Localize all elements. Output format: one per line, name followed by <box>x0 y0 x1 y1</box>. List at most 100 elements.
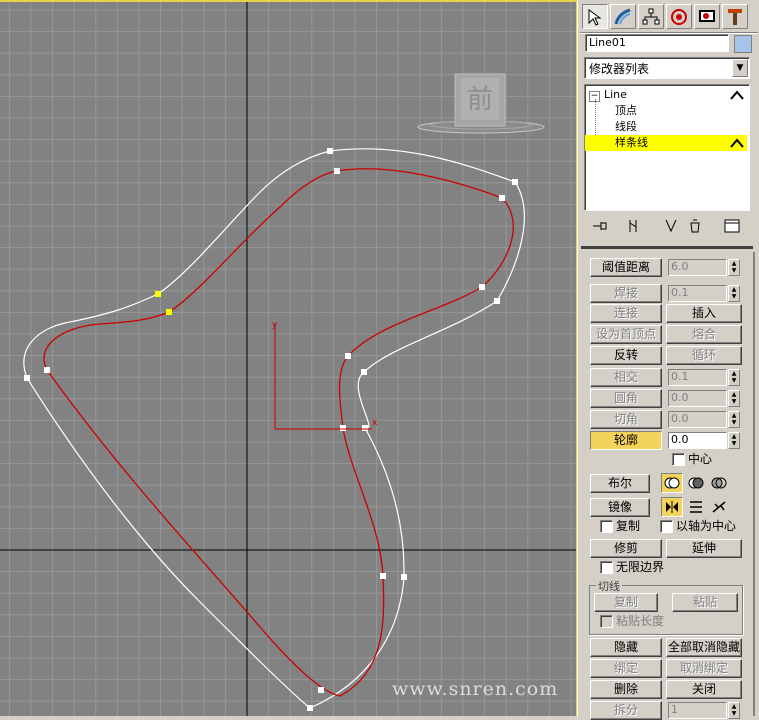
modifier-stack[interactable]: − Line 顶点 线段 样条线 <box>584 84 750 211</box>
extend-button[interactable]: 延伸 <box>666 539 742 558</box>
spinner-arrows-icon[interactable]: ▲ ▼ <box>728 702 740 719</box>
modify-icon <box>614 8 631 24</box>
show-end-result-button[interactable] <box>622 215 644 237</box>
unique-icon <box>665 219 677 233</box>
subtract-button[interactable] <box>685 473 707 493</box>
tangent-copy-button[interactable]: 复制 <box>594 593 658 612</box>
hierarchy-tab[interactable] <box>638 4 664 29</box>
pin-icon <box>593 222 607 230</box>
chamfer-value[interactable]: 0.0 <box>668 411 727 428</box>
front-viewport[interactable]: 前 y x www.snren.com <box>0 0 577 716</box>
trim-button[interactable]: 修剪 <box>590 539 662 558</box>
end-result-icon <box>629 220 637 232</box>
connect-button[interactable]: 连接 <box>590 304 662 323</box>
object-color-swatch[interactable] <box>734 35 752 53</box>
about-pivot-checkbox[interactable]: 以轴为中心 <box>660 518 736 534</box>
delete-button[interactable]: 删除 <box>590 680 662 699</box>
stack-item-spline-label: 样条线 <box>615 136 648 149</box>
fuse-button[interactable]: 熔合 <box>666 325 742 344</box>
weld-spinner[interactable]: 0.1 ▲ ▼ <box>668 285 740 302</box>
stack-item-spline[interactable]: 样条线 <box>585 135 747 151</box>
display-tab[interactable] <box>694 4 720 29</box>
divide-spinner[interactable]: 1 ▲ ▼ <box>668 702 740 719</box>
weld-button[interactable]: 焊接 <box>590 284 662 303</box>
hide-button[interactable]: 隐藏 <box>590 638 662 657</box>
center-checkbox[interactable]: 中心 <box>672 451 712 467</box>
fillet-spinner[interactable]: 0.0 ▲ ▼ <box>668 390 740 407</box>
viewcube[interactable]: 前 <box>417 73 545 134</box>
utilities-tab[interactable] <box>722 4 748 29</box>
mirror-vertical-icon <box>690 501 702 513</box>
panel-scrollbar[interactable] <box>753 252 755 716</box>
chevron-down-icon: ▼ <box>732 59 748 77</box>
unhide-all-button[interactable]: 全部取消隐藏 <box>666 638 742 657</box>
infinite-bounds-checkbox[interactable]: 无限边界 <box>600 559 664 575</box>
mirror-horizontal-button[interactable] <box>661 497 683 517</box>
chamfer-button[interactable]: 切角 <box>590 410 662 429</box>
outline-spline[interactable] <box>23 148 525 709</box>
gizmo-x-label: x <box>372 418 378 428</box>
outline-button[interactable]: 轮廓 <box>590 431 662 450</box>
outline-vertices[interactable] <box>24 148 518 711</box>
unbind-button[interactable]: 取消绑定 <box>666 659 742 678</box>
chamfer-spinner[interactable]: 0.0 ▲ ▼ <box>668 411 740 428</box>
mirror-vertical-button[interactable] <box>685 497 707 517</box>
outline-first-vertex[interactable] <box>155 291 161 297</box>
reverse-button[interactable]: 反转 <box>590 346 662 365</box>
spinner-arrows-icon[interactable]: ▲ ▼ <box>728 432 740 449</box>
crossinsert-spinner[interactable]: 0.1 ▲ ▼ <box>668 369 740 386</box>
union-button[interactable] <box>661 473 683 493</box>
spinner-arrows-icon[interactable]: ▲ ▼ <box>728 411 740 428</box>
object-name-field[interactable]: Line01 <box>585 34 729 52</box>
tangent-group-title: 切线 <box>596 578 622 594</box>
chevron-up-icon[interactable] <box>730 89 744 103</box>
viewport-canvas[interactable]: 前 y x <box>0 2 577 716</box>
copy-checkbox[interactable]: 复制 <box>600 518 640 534</box>
crossinsert-button[interactable]: 相交 <box>590 368 662 387</box>
spline-first-vertex[interactable] <box>166 309 172 315</box>
cursor-icon <box>588 8 602 26</box>
make-unique-button[interactable] <box>660 215 682 237</box>
threshold-spinner[interactable]: 6.0 ▲ ▼ <box>668 259 740 276</box>
divide-button[interactable]: 拆分 <box>590 701 662 720</box>
mirror-both-button[interactable] <box>708 497 730 517</box>
remove-modifier-button[interactable] <box>684 215 706 237</box>
divide-value[interactable]: 1 <box>668 702 727 719</box>
mirror-button[interactable]: 镜像 <box>590 498 650 517</box>
paste-length-checkbox[interactable]: 粘贴长度 <box>600 613 664 629</box>
cycle-button[interactable]: 循环 <box>666 346 742 365</box>
outline-value[interactable]: 0.0 <box>668 432 727 449</box>
boolean-button[interactable]: 布尔 <box>590 474 650 493</box>
crossinsert-value[interactable]: 0.1 <box>668 369 727 386</box>
spinner-arrows-icon[interactable]: ▲ ▼ <box>728 390 740 407</box>
display-icon <box>699 9 715 22</box>
weld-value[interactable]: 0.1 <box>668 285 727 302</box>
intersect-icon <box>711 477 727 489</box>
spinner-arrows-icon[interactable]: ▲ ▼ <box>728 259 740 276</box>
intersect-button[interactable] <box>708 473 730 493</box>
spinner-arrows-icon[interactable]: ▲ ▼ <box>728 369 740 386</box>
fillet-button[interactable]: 圆角 <box>590 389 662 408</box>
close-button[interactable]: 关闭 <box>666 680 742 699</box>
stack-root-label: Line <box>604 88 627 101</box>
tangent-paste-button[interactable]: 粘贴 <box>672 593 738 612</box>
create-tab[interactable] <box>582 4 608 29</box>
configure-modifier-sets-button[interactable] <box>721 215 743 237</box>
make-first-button[interactable]: 设为首顶点 <box>590 325 662 344</box>
bind-button[interactable]: 绑定 <box>590 659 662 678</box>
chevron-up-icon[interactable] <box>730 137 744 151</box>
stack-item-vertex[interactable]: 顶点 <box>595 103 637 119</box>
motion-tab[interactable] <box>666 4 692 29</box>
insert-button[interactable]: 插入 <box>666 304 742 323</box>
spline-vertices[interactable] <box>44 168 505 693</box>
utilities-icon <box>728 8 742 25</box>
mirror-both-icon <box>712 501 726 513</box>
threshold-value[interactable]: 6.0 <box>668 259 727 276</box>
fillet-value[interactable]: 0.0 <box>668 390 727 407</box>
modify-tab[interactable] <box>610 4 636 29</box>
outline-spinner[interactable]: 0.0 ▲ ▼ <box>668 432 740 449</box>
spinner-arrows-icon[interactable]: ▲ ▼ <box>728 285 740 302</box>
pin-stack-button[interactable] <box>589 215 611 237</box>
stack-item-segment[interactable]: 线段 <box>595 119 637 135</box>
modifier-list-dropdown[interactable]: 修改器列表 ▼ <box>584 57 750 79</box>
